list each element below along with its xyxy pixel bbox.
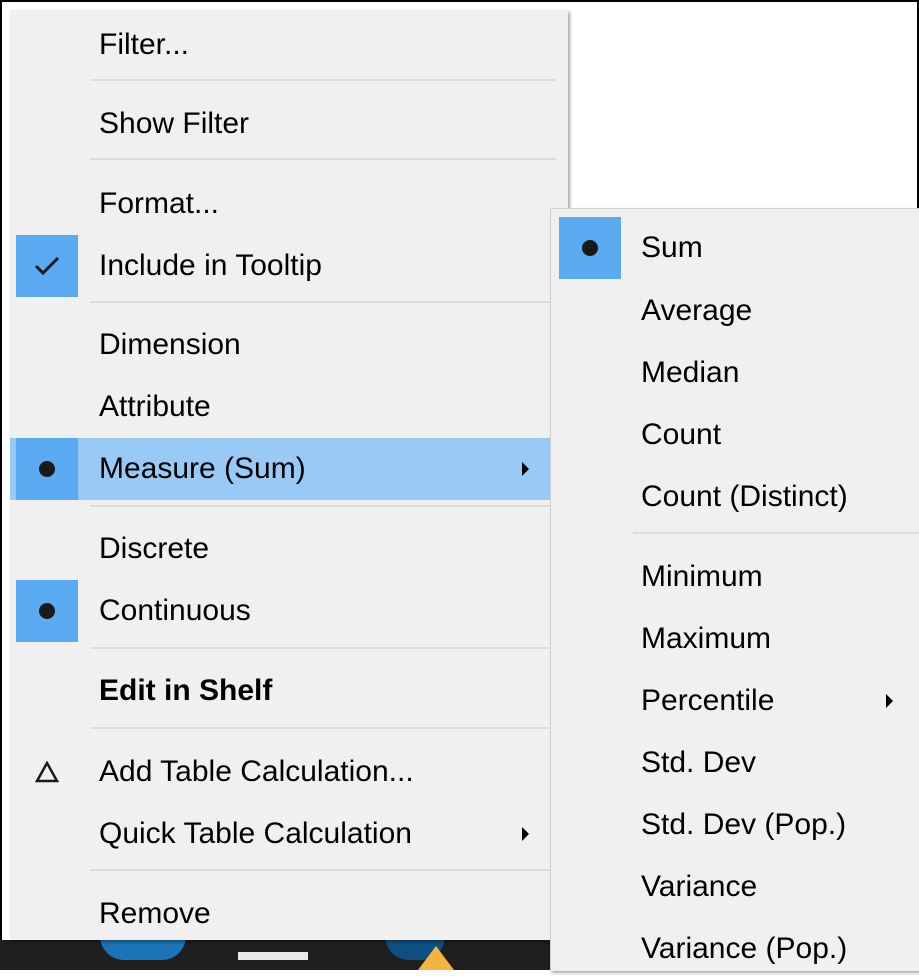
radio-dot-icon [16, 438, 78, 500]
menu-item-label: Add Table Calculation... [99, 755, 414, 788]
menu-item-label: Include in Tooltip [99, 249, 322, 282]
submenu-item-label: Count [641, 418, 722, 451]
menu-item-dimension[interactable]: Dimension [10, 314, 568, 376]
menu-item-label: Discrete [99, 532, 210, 565]
context-menu: Filter... Show Filter Format... Include … [10, 10, 568, 940]
radio-dot-icon [559, 217, 621, 279]
checkmark-icon [16, 235, 78, 297]
menu-item-label: Attribute [99, 390, 211, 423]
menu-item-attribute[interactable]: Attribute [10, 376, 568, 438]
taskbar-indicator [238, 952, 308, 960]
submenu-separator [633, 532, 919, 534]
menu-item-continuous[interactable]: Continuous [10, 580, 568, 642]
submenu-item-label: Median [641, 356, 740, 389]
menu-item-quick-table-calculation[interactable]: Quick Table Calculation [10, 803, 568, 865]
submenu-item-count-distinct[interactable]: Count (Distinct) [551, 466, 919, 528]
submenu-item-percentile[interactable]: Percentile [551, 670, 919, 732]
menu-item-label: Filter... [99, 28, 190, 61]
menu-item-measure-sum[interactable]: Measure (Sum) [10, 438, 568, 500]
menu-separator [90, 727, 556, 729]
submenu-item-label: Count (Distinct) [641, 480, 848, 513]
menu-item-label: Measure (Sum) [99, 452, 306, 485]
submenu-item-variance-pop[interactable]: Variance (Pop.) [551, 918, 919, 980]
submenu-item-maximum[interactable]: Maximum [551, 608, 919, 670]
menu-item-add-table-calculation[interactable]: Add Table Calculation... [10, 741, 568, 803]
submenu-item-sum[interactable]: Sum [551, 217, 919, 279]
menu-item-edit-in-shelf[interactable]: Edit in Shelf [10, 660, 568, 722]
delta-icon [16, 741, 78, 803]
submenu-item-label: Minimum [641, 560, 763, 593]
menu-item-discrete[interactable]: Discrete [10, 518, 568, 580]
menu-item-label: Show Filter [99, 107, 250, 140]
submenu-item-label: Sum [641, 231, 703, 264]
menu-item-format[interactable]: Format... [10, 173, 568, 235]
menu-item-label: Dimension [99, 328, 241, 361]
menu-item-label: Remove [99, 897, 211, 930]
submenu-item-label: Variance [641, 870, 758, 903]
submenu-item-std-dev[interactable]: Std. Dev [551, 732, 919, 794]
menu-item-label: Edit in Shelf [99, 674, 273, 707]
submenu-item-label: Average [641, 294, 753, 327]
submenu-item-minimum[interactable]: Minimum [551, 546, 919, 608]
menu-item-label: Quick Table Calculation [99, 817, 412, 850]
radio-dot-icon [16, 580, 78, 642]
menu-separator [90, 869, 556, 871]
menu-item-include-in-tooltip[interactable]: Include in Tooltip [10, 235, 568, 297]
submenu-arrow-icon [522, 827, 529, 841]
menu-separator [90, 505, 556, 507]
menu-item-filter[interactable]: Filter... [10, 14, 568, 76]
submenu-item-std-dev-pop[interactable]: Std. Dev (Pop.) [551, 794, 919, 856]
submenu-item-label: Maximum [641, 622, 772, 655]
menu-separator [90, 647, 556, 649]
warning-icon [418, 946, 454, 970]
submenu-item-label: Std. Dev (Pop.) [641, 808, 847, 841]
menu-item-label: Continuous [99, 594, 251, 627]
menu-separator [90, 301, 556, 303]
menu-separator [90, 158, 556, 160]
menu-item-remove[interactable]: Remove [10, 883, 568, 945]
submenu-item-median[interactable]: Median [551, 342, 919, 404]
submenu-arrow-icon [886, 694, 893, 708]
submenu-item-label: Percentile [641, 684, 775, 717]
submenu-item-count[interactable]: Count [551, 404, 919, 466]
submenu-arrow-icon [522, 462, 529, 476]
submenu-item-label: Std. Dev [641, 746, 757, 779]
aggregation-submenu: Sum Average Median Count Count (Distinct… [550, 208, 919, 971]
menu-separator [90, 79, 556, 81]
menu-item-label: Format... [99, 187, 220, 220]
submenu-item-variance[interactable]: Variance [551, 856, 919, 918]
menu-item-show-filter[interactable]: Show Filter [10, 93, 568, 155]
submenu-item-average[interactable]: Average [551, 280, 919, 342]
submenu-item-label: Variance (Pop.) [641, 932, 848, 965]
